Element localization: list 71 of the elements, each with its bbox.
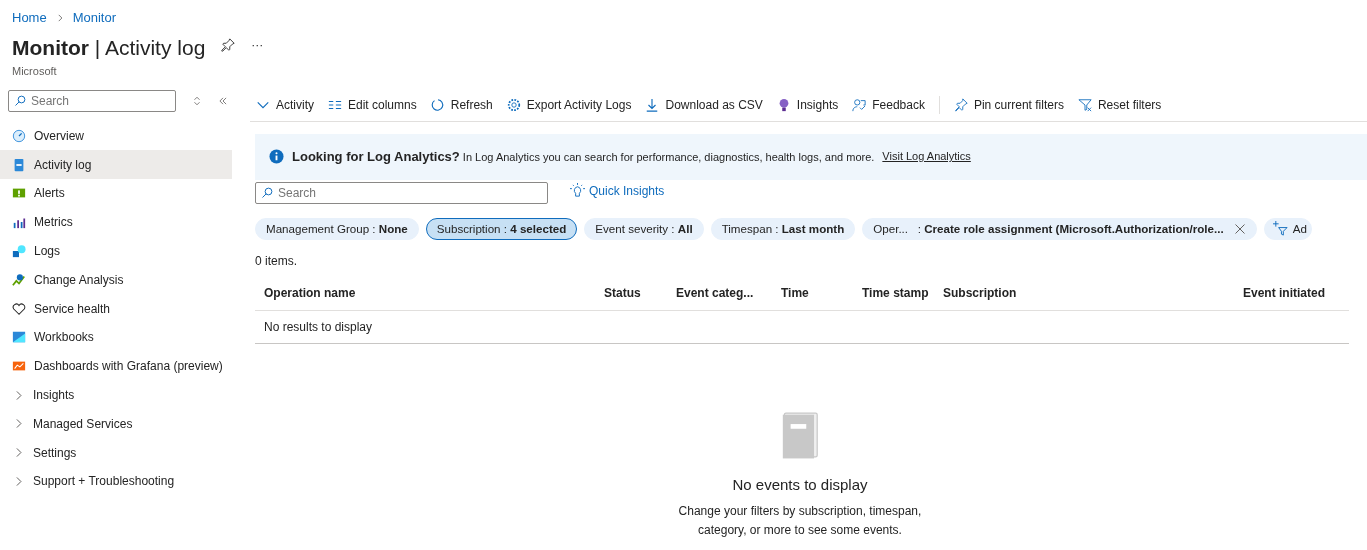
pin-icon — [953, 98, 968, 112]
more-options-button[interactable]: ··· — [251, 36, 264, 55]
toolbar-button[interactable]: Insights — [776, 96, 839, 114]
logs-icon — [12, 244, 26, 259]
filter-reset-icon — [1077, 98, 1092, 112]
toolbar-button[interactable]: Edit columns — [328, 96, 417, 114]
items-count: 0 items. — [255, 252, 298, 270]
feedback-icon — [852, 98, 867, 112]
refresh-icon — [430, 98, 445, 112]
empty-state-text: Change your filters by subscription, timespan, category, or more to see some events. — [677, 503, 923, 539]
toolbar-button[interactable]: Feedback — [852, 96, 925, 114]
nav-group[interactable]: Managed Services — [0, 409, 232, 439]
quick-insights-link[interactable]: Quick Insights — [570, 181, 665, 200]
nav-item[interactable]: Logs — [0, 236, 232, 266]
workbook-icon — [12, 330, 26, 345]
toolbar-button[interactable]: Reset filters — [1077, 96, 1162, 114]
heart-icon — [12, 301, 26, 316]
breadcrumb-link[interactable]: Monitor — [72, 8, 117, 28]
add-filter-button[interactable]: Ad — [1263, 217, 1312, 240]
column-header[interactable]: Time stamp — [853, 275, 934, 310]
column-header[interactable]: Subscription — [934, 275, 1234, 310]
toolbar-button[interactable]: Download as CSV — [645, 96, 763, 114]
toolbar-button[interactable]: Pin current filters — [953, 96, 1064, 114]
toolbar-button[interactable]: Refresh — [430, 96, 493, 114]
nav-item[interactable]: Service health — [0, 294, 232, 324]
close-icon[interactable] — [1233, 222, 1246, 235]
column-header[interactable]: Operation name — [255, 275, 595, 310]
banner-text: Looking for Log Analytics? In Log Analytics you can search for performance, diagnostics, health logs, and more. — [292, 147, 875, 166]
nav-item[interactable]: Dashboards with Grafana (preview) — [0, 351, 232, 381]
nav-item[interactable]: Workbooks — [0, 323, 232, 352]
search-field[interactable]: Search — [8, 89, 176, 112]
column-header[interactable]: Status — [595, 275, 667, 310]
nav-item[interactable]: Change Analysis — [0, 265, 232, 295]
add-filter-icon — [1272, 221, 1288, 236]
nav-group[interactable]: Insights — [0, 380, 232, 410]
nav-group[interactable]: Support + Troubleshooting — [0, 467, 232, 496]
collapse-icon — [218, 95, 228, 106]
breadcrumb-link[interactable]: Home — [12, 8, 47, 28]
settings-icon — [506, 98, 521, 112]
info-icon — [269, 149, 284, 164]
download-icon — [645, 98, 660, 112]
filter-pill[interactable]: Oper... : Create role assignment (Microsoft.Authorization/role... — [862, 217, 1257, 240]
search-icon — [14, 94, 26, 107]
toolbar-button[interactable]: Activity — [256, 96, 314, 114]
pin-icon — [221, 38, 236, 53]
gauge-icon — [12, 128, 26, 143]
table-cell: No results to display — [255, 310, 1349, 343]
nav-item[interactable]: Alerts — [0, 179, 232, 208]
nav-item[interactable]: Metrics — [0, 207, 232, 237]
nav-item[interactable]: Overview — [0, 121, 232, 151]
page-title: Monitor | Activity log — [12, 34, 206, 61]
empty-state-title: No events to display — [732, 474, 868, 495]
filter-pill[interactable]: Event severity : All — [584, 217, 704, 240]
filter-pill[interactable]: Subscription : 4 selected — [425, 217, 578, 240]
toolbar-button[interactable]: Export Activity Logs — [506, 96, 632, 114]
sort-icon — [192, 95, 202, 106]
location-chart-icon — [12, 272, 26, 287]
lightbulb-icon — [570, 183, 585, 198]
banner-link[interactable]: Visit Log Analytics — [882, 148, 971, 165]
column-header[interactable]: Time — [772, 275, 853, 310]
document-icon — [12, 157, 26, 172]
filter-pill[interactable]: Timespan : Last month — [710, 217, 856, 240]
columns-icon — [328, 98, 342, 112]
filter-pill[interactable]: Management Group : None — [255, 217, 419, 240]
search-icon — [261, 186, 273, 199]
nav-item[interactable]: Activity log — [0, 150, 232, 180]
nav-group[interactable]: Settings — [0, 438, 232, 468]
search-field[interactable]: Search — [255, 181, 548, 204]
column-header[interactable]: Event categ... — [667, 275, 772, 310]
publisher-label: Microsoft — [12, 64, 58, 79]
column-header[interactable]: Event initiated — [1234, 275, 1349, 310]
